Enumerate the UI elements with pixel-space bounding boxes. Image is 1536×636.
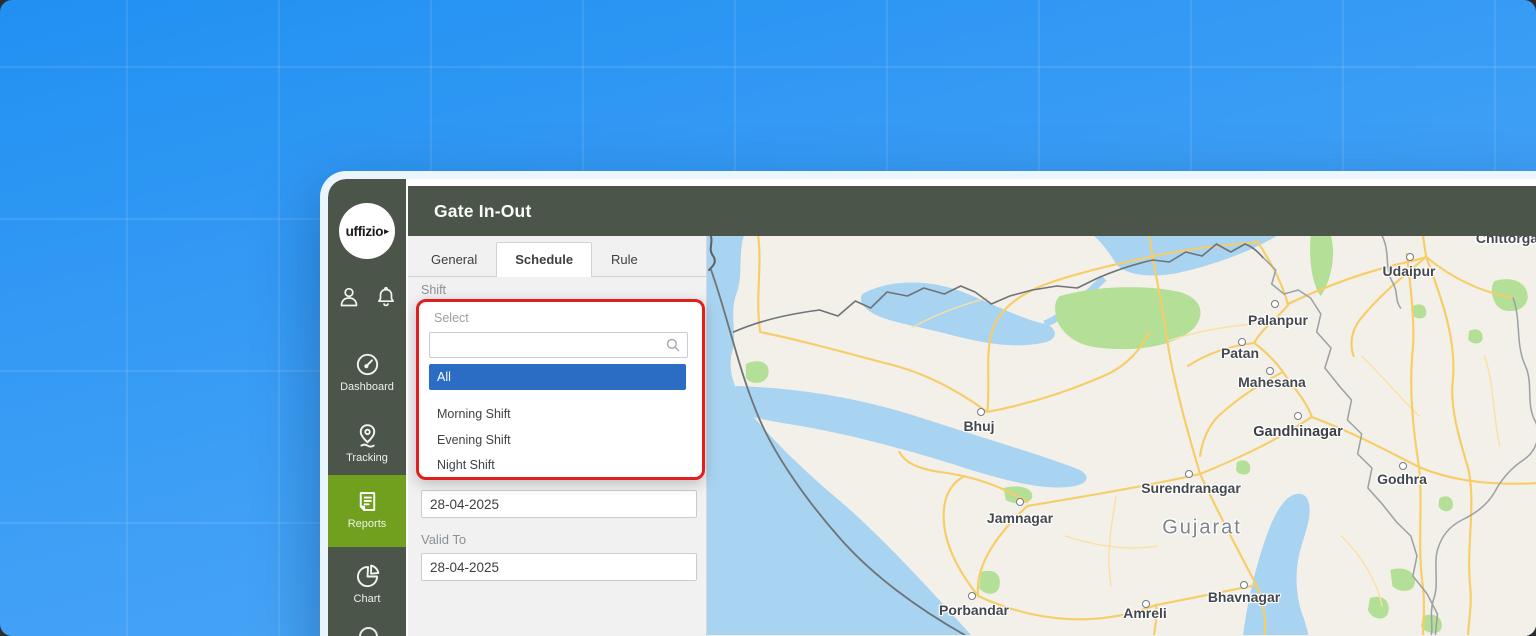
map-label-godhra: Godhra [1377, 471, 1427, 487]
sidebar-item-tracking[interactable]: Tracking [328, 422, 406, 464]
map-label-mahesana: Mahesana [1238, 374, 1306, 390]
map-city-marker [968, 592, 976, 600]
sidebar-item-label: Tracking [346, 452, 388, 464]
option-morning-shift[interactable]: Morning Shift [429, 401, 686, 427]
sidebar-item-chart[interactable]: Chart [328, 563, 406, 605]
bell-icon[interactable] [374, 285, 398, 309]
map-city-marker [1271, 300, 1279, 308]
user-icon[interactable] [337, 285, 361, 309]
map-label-gujarat: Gujarat [1162, 517, 1242, 540]
gauge-icon [354, 351, 381, 378]
map-label-udaipur: Udaipur [1383, 263, 1436, 279]
logo-text: uffizio [346, 224, 384, 239]
shift-dropdown-highlighted: Select All Morning Shift Evening Shift [416, 299, 705, 480]
search-icon [664, 336, 682, 354]
map-city-marker [1016, 498, 1024, 506]
map-city-marker [1294, 412, 1302, 420]
map-labels-layer: Chittorga Udaipur Palanpur Patan Mahesana Gan… [707, 236, 1536, 635]
sidebar-item-label: Chart [354, 593, 381, 605]
map-pin-icon [354, 422, 381, 449]
logo-arrow-icon: ▸ [384, 226, 388, 237]
map-label-amreli: Amreli [1123, 605, 1167, 621]
sidebar-item-reports[interactable]: Reports [328, 475, 406, 547]
map-city-marker [977, 408, 985, 416]
schedule-form: Shift Select All Morning [408, 277, 706, 636]
option-night-shift[interactable]: Night Shift [429, 452, 686, 478]
dropdown-search-box [429, 332, 688, 358]
map-label-surendranagar: Surendranagar [1141, 480, 1241, 496]
map-label-patan: Patan [1221, 345, 1259, 361]
map-label-porbandar: Porbandar [939, 602, 1009, 618]
shift-select[interactable]: Select [434, 311, 469, 325]
map-label-bhuj: Bhuj [963, 418, 994, 434]
map-city-marker [1399, 462, 1407, 470]
tab-general[interactable]: General [412, 242, 496, 276]
gate-form-panel: General Schedule Rule Shift Select [408, 236, 707, 636]
map[interactable]: Chittorga Udaipur Palanpur Patan Mahesana Gan… [707, 236, 1536, 636]
valid-to-input[interactable] [421, 553, 697, 581]
valid-from-input[interactable] [421, 490, 697, 518]
sidebar-item-partial-icon[interactable] [359, 627, 378, 636]
map-label-bhavnagar: Bhavnagar [1208, 589, 1280, 605]
sidebar-item-label: Reports [348, 518, 387, 530]
tab-bar: General Schedule Rule [408, 236, 706, 277]
tab-rule[interactable]: Rule [592, 242, 657, 276]
sidebar-item-dashboard[interactable]: Dashboard [328, 351, 406, 393]
sidebar: uffizio▸ [328, 179, 406, 636]
report-icon [354, 488, 381, 515]
map-label-chittorga: Chittorga [1476, 236, 1536, 246]
map-label-jamnagar: Jamnagar [987, 510, 1053, 526]
app-window: uffizio▸ [320, 171, 1536, 636]
map-city-marker [1185, 470, 1193, 478]
sidebar-item-label: Dashboard [340, 381, 394, 393]
page-header: Gate In-Out [408, 186, 1536, 236]
page-title: Gate In-Out [434, 201, 531, 222]
map-label-gandhinagar: Gandhinagar [1253, 424, 1342, 440]
dropdown-search-input[interactable] [430, 333, 687, 357]
desktop-background: uffizio▸ [0, 0, 1536, 636]
shift-label: Shift [421, 283, 446, 297]
map-city-marker [1240, 581, 1248, 589]
map-label-palanpur: Palanpur [1248, 312, 1308, 328]
option-evening-shift[interactable]: Evening Shift [429, 427, 686, 453]
tab-schedule[interactable]: Schedule [496, 242, 592, 277]
map-city-marker [1406, 253, 1414, 261]
valid-to-label: Valid To [421, 532, 466, 547]
pie-chart-icon [354, 563, 381, 590]
option-all[interactable]: All [429, 364, 686, 390]
app-logo: uffizio▸ [339, 203, 395, 259]
